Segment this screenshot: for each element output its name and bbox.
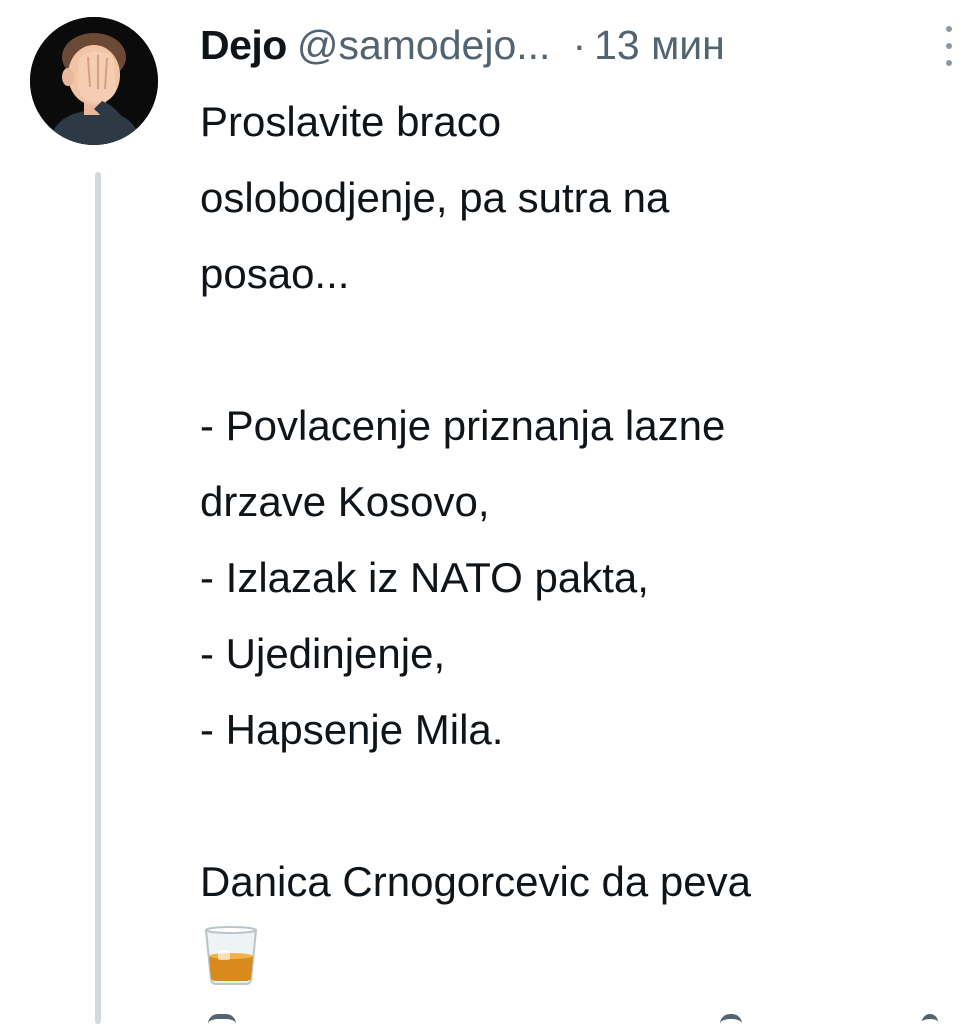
user-handle[interactable]: @samodejo... [297, 18, 551, 72]
thread-connector-line [95, 172, 101, 1024]
like-icon[interactable] [720, 1014, 742, 1029]
share-icon[interactable] [922, 1014, 938, 1029]
timestamp[interactable]: 13 мин [594, 18, 725, 72]
tweet-text-line: posao... [200, 250, 350, 297]
tweet-text-line: - Izlazak iz NATO pakta, [200, 554, 649, 601]
action-bar-partial [200, 1014, 960, 1024]
tweet-text-line: Danica Crnogorcevic da peva [200, 858, 751, 905]
tweet-header: Dejo @samodejo... · 13 мин [200, 18, 948, 72]
reply-icon[interactable] [208, 1014, 236, 1029]
tweet-text-line: - Hapsenje Mila. [200, 706, 504, 753]
tweet-text-line: drzave Kosovo, [200, 478, 490, 525]
tweet-text-line [200, 312, 960, 388]
tweet-text-line [200, 768, 960, 844]
tumbler-glass-emoji-icon [200, 924, 262, 986]
tweet-text-line: - Ujedinjenje, [200, 630, 446, 677]
more-options-icon[interactable] [944, 26, 954, 66]
tweet-text-line: oslobodjenje, pa sutra na [200, 174, 670, 221]
display-name[interactable]: Dejo [200, 18, 287, 72]
separator-dot: · [572, 22, 587, 68]
tweet-text: Proslavite braco oslobodjenje, pa sutra … [200, 84, 960, 920]
avatar[interactable] [30, 17, 158, 145]
tweet-text-line: Proslavite braco [200, 98, 502, 145]
facepalm-avatar-icon [30, 17, 158, 145]
tweet-text-line: - Povlacenje priznanja lazne [200, 402, 726, 449]
